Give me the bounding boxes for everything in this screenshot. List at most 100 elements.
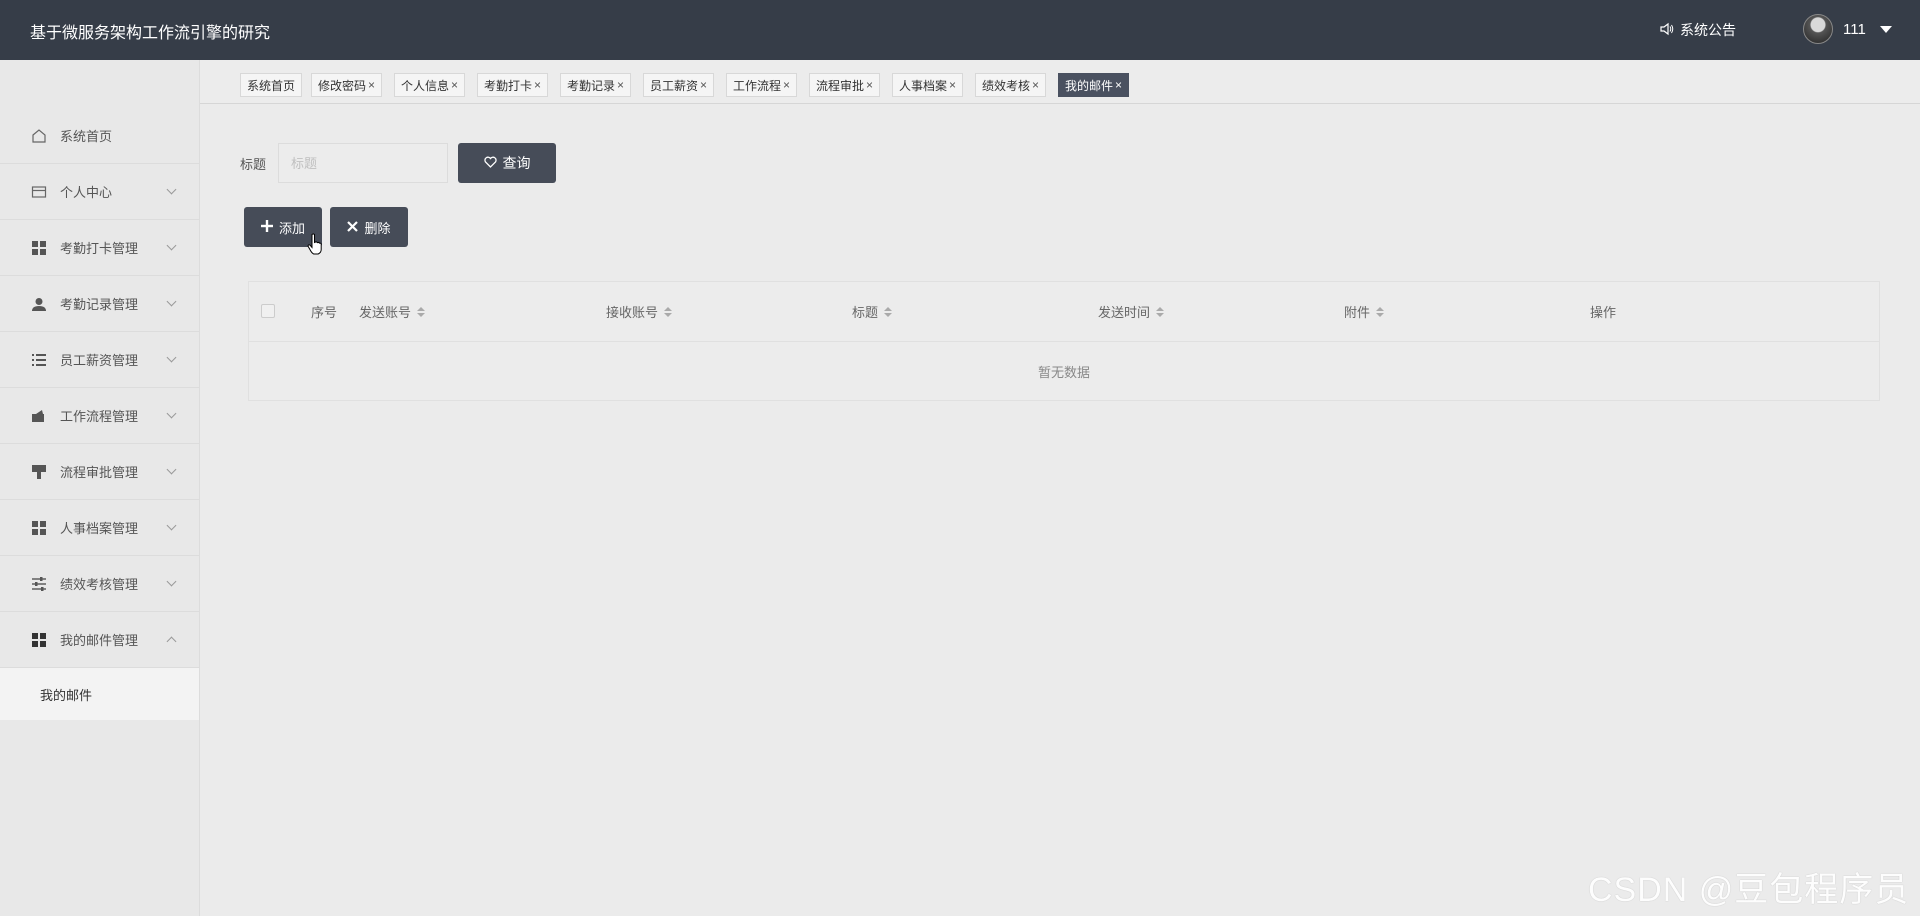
close-icon[interactable]: × [617, 78, 624, 92]
tab-label: 系统首页 [247, 78, 296, 93]
tab-workflow[interactable]: 工作流程 × [726, 73, 798, 97]
column-header-label: 序号 [311, 305, 338, 320]
card-icon [30, 183, 48, 201]
tab-salary[interactable]: 员工薪资 × [643, 73, 715, 97]
column-header-receiver[interactable]: 接收账号 [606, 302, 673, 321]
sort-icon[interactable] [664, 306, 673, 317]
tab-attendance-record[interactable]: 考勤记录 × [560, 73, 632, 97]
chevron-down-icon [166, 464, 177, 475]
column-header-attachment[interactable]: 附件 [1344, 302, 1385, 321]
column-header-label: 附件 [1344, 305, 1371, 320]
sidebar-item-label: 系统首页 [60, 129, 113, 144]
user-menu[interactable]: 111 [1803, 14, 1892, 44]
chevron-down-icon [166, 520, 177, 531]
sidebar-subitem-my-mail[interactable]: 我的邮件 [0, 668, 199, 720]
column-header-title[interactable]: 标题 [852, 302, 893, 321]
sidebar-subitem-label: 我的邮件 [40, 687, 93, 703]
delete-button-label: 删除 [364, 220, 391, 236]
tab-label: 工作流程 [733, 78, 782, 93]
sort-icon[interactable] [1376, 306, 1385, 317]
close-icon [347, 220, 359, 235]
sidebar-item-label: 员工薪资管理 [60, 353, 139, 368]
sidebar-item-performance[interactable]: 绩效考核管理 [0, 556, 199, 612]
sidebar-item-label: 我的邮件管理 [60, 633, 139, 648]
sidebar-item-label: 个人中心 [60, 185, 113, 200]
chevron-down-icon [166, 352, 177, 363]
column-header-index: 序号 [311, 302, 337, 321]
delete-button[interactable]: 删除 [330, 207, 408, 247]
table-header: 序号 发送账号 接收账号 标题 发送时间 附件 操作 [249, 282, 1879, 342]
tab-my-mail[interactable]: 我的邮件 × [1058, 73, 1130, 97]
close-icon[interactable]: × [1115, 78, 1122, 92]
sidebar-item-mail[interactable]: 我的邮件管理 [0, 612, 199, 668]
add-button-label: 添加 [278, 220, 305, 236]
speaker-icon [1660, 22, 1674, 39]
tab-hr-archive[interactable]: 人事档案 × [892, 73, 964, 97]
close-icon[interactable]: × [783, 78, 790, 92]
chevron-down-icon [166, 408, 177, 419]
user-icon [30, 295, 48, 313]
sidebar-item-attendance-punch[interactable]: 考勤打卡管理 [0, 220, 199, 276]
stamp-icon [30, 463, 48, 481]
column-header-actions: 操作 [1590, 302, 1616, 321]
sidebar-item-workflow[interactable]: 工作流程管理 [0, 388, 199, 444]
hand-cursor-icon [307, 233, 323, 255]
column-header-label: 标题 [852, 305, 879, 320]
sort-icon[interactable] [884, 306, 893, 317]
avatar[interactable] [1803, 14, 1833, 44]
sidebar-item-home[interactable]: 系统首页 [0, 108, 199, 164]
chevron-down-icon [166, 240, 177, 251]
tab-attendance-punch[interactable]: 考勤打卡 × [477, 73, 549, 97]
chevron-down-icon [166, 296, 177, 307]
sidebar-item-label: 考勤打卡管理 [60, 241, 139, 256]
tab-change-password[interactable]: 修改密码 × [311, 73, 383, 97]
sidebar-item-attendance-record[interactable]: 考勤记录管理 [0, 276, 199, 332]
tab-approval[interactable]: 流程审批 × [809, 73, 881, 97]
title-search-input[interactable] [278, 143, 448, 183]
sidebar-item-hr-archive[interactable]: 人事档案管理 [0, 500, 199, 556]
sidebar-item-approval[interactable]: 流程审批管理 [0, 444, 199, 500]
sidebar-item-label: 工作流程管理 [60, 409, 139, 424]
select-all-checkbox[interactable] [261, 304, 275, 318]
app-title: 基于微服务架构工作流引擎的研究 [30, 25, 271, 42]
caret-down-icon[interactable] [1879, 25, 1892, 33]
close-icon[interactable]: × [949, 78, 956, 92]
tab-label: 流程审批 [816, 78, 865, 93]
close-icon[interactable]: × [534, 78, 541, 92]
tab-performance[interactable]: 绩效考核 × [975, 73, 1047, 97]
column-header-label: 接收账号 [606, 305, 659, 320]
sidebar-item-label: 绩效考核管理 [60, 577, 139, 592]
grid-icon [30, 519, 48, 537]
tab-label: 个人信息 [401, 78, 450, 93]
tab-label: 考勤打卡 [484, 78, 533, 93]
notice-label: 系统公告 [1680, 22, 1736, 38]
tab-personal-info[interactable]: 个人信息 × [394, 73, 466, 97]
tab-home[interactable]: 系统首页 [240, 73, 303, 97]
column-header-sender[interactable]: 发送账号 [359, 302, 426, 321]
search-label: 标题 [240, 157, 267, 172]
watermark: CSDN @豆包程序员 [1588, 871, 1910, 909]
chevron-up-icon [166, 636, 177, 647]
list-icon [30, 351, 48, 369]
close-icon[interactable]: × [700, 78, 707, 92]
grid-icon [30, 239, 48, 257]
column-header-label: 发送时间 [1098, 305, 1151, 320]
tabs-bar: 系统首页 修改密码 × 个人信息 × 考勤打卡 × 考勤记录 × 员工薪资 × 工作流程 ×… [200, 60, 1920, 104]
close-icon[interactable]: × [451, 78, 458, 92]
sidebar-item-personal[interactable]: 个人中心 [0, 164, 199, 220]
heart-icon [483, 155, 497, 171]
column-header-send-time[interactable]: 发送时间 [1098, 302, 1165, 321]
notice-link[interactable]: 系统公告 [1660, 20, 1736, 40]
tab-label: 员工薪资 [650, 78, 699, 93]
sidebar-item-label: 流程审批管理 [60, 465, 139, 480]
top-bar: 基于微服务架构工作流引擎的研究 系统公告 111 [0, 0, 1920, 60]
sort-icon[interactable] [1156, 306, 1165, 317]
tab-label: 绩效考核 [982, 78, 1031, 93]
close-icon[interactable]: × [1032, 78, 1039, 92]
sort-icon[interactable] [417, 306, 426, 317]
query-button[interactable]: 查询 [458, 143, 556, 183]
sidebar-item-salary[interactable]: 员工薪资管理 [0, 332, 199, 388]
close-icon[interactable]: × [368, 78, 375, 92]
close-icon[interactable]: × [866, 78, 873, 92]
query-button-label: 查询 [502, 155, 531, 171]
